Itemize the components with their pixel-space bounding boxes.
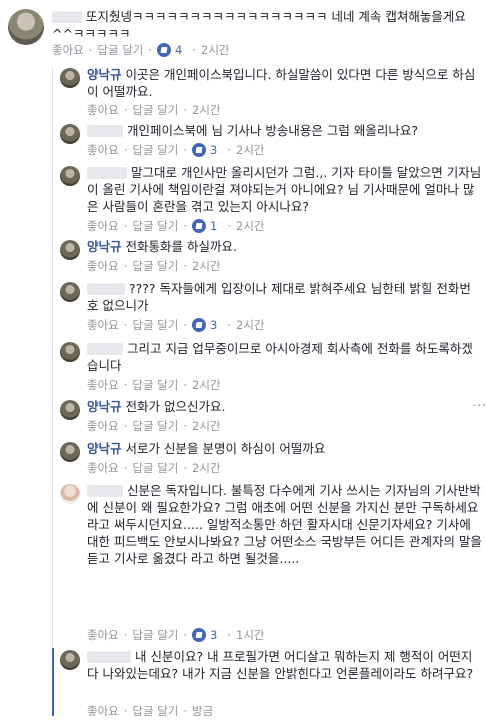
timestamp[interactable]: 2시간	[236, 317, 264, 333]
like-button[interactable]: 좋아요	[87, 102, 119, 118]
reply-button[interactable]: 답글 달기	[132, 703, 178, 719]
redacted-name	[87, 167, 127, 179]
like-button[interactable]: 좋아요	[87, 627, 119, 643]
reply-button[interactable]: 답글 달기	[132, 102, 178, 118]
avatar[interactable]	[60, 484, 80, 504]
like-count[interactable]: 4	[175, 43, 182, 57]
reply-actions: 좋아요 · 답글 달기 · 2시간	[87, 102, 221, 118]
like-icon	[192, 143, 207, 157]
avatar[interactable]	[60, 342, 80, 362]
redacted-name	[52, 11, 82, 23]
avatar[interactable]	[60, 68, 80, 88]
avatar[interactable]	[8, 9, 44, 45]
like-button[interactable]: 좋아요	[87, 317, 119, 333]
reply-actions: 좋아요 · 답글 달기 · 3 · 2시간	[87, 317, 265, 333]
timestamp[interactable]: 2시간	[192, 418, 220, 434]
author-name[interactable]: 양낙규	[87, 239, 122, 254]
reply-button[interactable]: 답글 달기	[132, 142, 178, 158]
reply-text: 말그대로 개인사만 올리시던가 그럼.,. 기자 타이틀 달았으면 기자님이 올…	[87, 165, 482, 214]
like-icon	[192, 219, 207, 233]
reply-actions: 좋아요 · 답글 달기 · 1 · 2시간	[87, 218, 265, 234]
like-count[interactable]: 3	[210, 628, 217, 642]
reply-button[interactable]: 답글 달기	[132, 377, 178, 393]
reply-button[interactable]: 답글 달기	[97, 42, 143, 58]
author-name[interactable]: 양낙규	[87, 67, 122, 82]
timestamp[interactable]: 2시간	[192, 460, 220, 476]
avatar[interactable]	[60, 442, 80, 462]
reply-text: 신분은 독자입니다. 불특정 다수에게 기사 쓰시는 기자님의 기사반박에 신분…	[87, 483, 482, 566]
avatar[interactable]	[60, 400, 80, 420]
reply-text: ???? 독자들에게 입장이나 제대로 밝혀주세요 님한테 밝힐 전화번호 없으…	[87, 281, 471, 313]
reply-button[interactable]: 답글 달기	[132, 460, 178, 476]
timestamp[interactable]: 2시간	[192, 258, 220, 274]
like-count[interactable]: 3	[210, 318, 217, 332]
more-options-icon[interactable]: ···	[472, 400, 486, 413]
comment-actions: 좋아요 · 답글 달기 · 4 · 2시간	[52, 42, 230, 58]
reply-actions: 좋아요 · 답글 달기 · 2시간	[87, 418, 221, 434]
reply-button[interactable]: 답글 달기	[132, 418, 178, 434]
reply-actions: 좋아요 · 답글 달기 · 2시간	[87, 258, 221, 274]
reply-text: 이곳은 개인페이스북입니다. 하실말씀이 있다면 다른 방식으로 하심이 어떨까…	[87, 67, 476, 99]
timestamp[interactable]: 방금	[192, 703, 213, 719]
timestamp[interactable]: 2시간	[236, 218, 264, 234]
like-count[interactable]: 3	[210, 143, 217, 157]
like-button[interactable]: 좋아요	[87, 460, 119, 476]
reply-text: 전화통화를 하실까요.	[125, 239, 237, 254]
reply-actions: 좋아요 · 답글 달기 · 2시간	[87, 460, 221, 476]
like-icon	[157, 43, 172, 57]
reply-button[interactable]: 답글 달기	[132, 218, 178, 234]
reply-button[interactable]: 답글 달기	[132, 627, 178, 643]
like-icon	[192, 318, 207, 332]
reply-item-highlighted: 내 신분이요? 내 프로필가면 어디살고 뭐하는지 제 행적이 어떤지 다 나와…	[52, 648, 486, 718]
like-button[interactable]: 좋아요	[87, 418, 119, 434]
avatar[interactable]	[60, 166, 80, 186]
avatar[interactable]	[60, 650, 80, 670]
reply-text: 개인페이스북에 님 기사나 방송내용은 그럼 왜올리나요?	[126, 123, 418, 138]
reply-actions: 좋아요 · 답글 달기 · 3 · 1시간	[87, 627, 265, 643]
avatar[interactable]	[60, 124, 80, 144]
reply-actions: 좋아요 · 답글 달기 · 3 · 2시간	[87, 142, 265, 158]
top-comment: 또지췄넹ㅋㅋㅋㅋㅋㅋㅋㅋㅋㅋㅋㅋㅋㅋㅋㅋㅋ 네네 계속 캡쳐해놓을게요 ^^ㅋㅋ…	[0, 0, 486, 60]
redacted-name	[87, 125, 123, 137]
reply-actions: 좋아요 · 답글 달기 · 방금	[87, 703, 214, 719]
redacted-name	[87, 283, 125, 295]
like-button[interactable]: 좋아요	[87, 218, 119, 234]
comment-text: 또지췄넹ㅋㅋㅋㅋㅋㅋㅋㅋㅋㅋㅋㅋㅋㅋㅋㅋㅋ 네네 계속 캡쳐해놓을게요 ^^ㅋㅋ…	[52, 9, 466, 41]
reply-button[interactable]: 답글 달기	[132, 258, 178, 274]
timestamp[interactable]: 2시간	[236, 142, 264, 158]
reply-text: 서로가 신분을 분명이 하심이 어떨까요	[125, 441, 326, 456]
reply-text: 그리고 지금 업무중이므로 아시아경제 회사측에 전화를 하도록하겠습니다	[87, 341, 473, 373]
like-button[interactable]: 좋아요	[52, 42, 84, 58]
author-name[interactable]: 양낙규	[87, 399, 122, 414]
timestamp[interactable]: 2시간	[192, 102, 220, 118]
redacted-name	[87, 343, 123, 355]
thread-line	[52, 68, 53, 716]
redacted-name	[87, 651, 131, 663]
like-button[interactable]: 좋아요	[87, 377, 119, 393]
timestamp[interactable]: 2시간	[201, 42, 229, 58]
redacted-name	[87, 485, 123, 497]
like-icon	[192, 628, 207, 642]
like-button[interactable]: 좋아요	[87, 703, 119, 719]
avatar[interactable]	[60, 240, 80, 260]
like-button[interactable]: 좋아요	[87, 142, 119, 158]
like-count[interactable]: 1	[210, 219, 217, 233]
like-button[interactable]: 좋아요	[87, 258, 119, 274]
reply-text: 전화가 없으신가요.	[125, 399, 226, 414]
reply-actions: 좋아요 · 답글 달기 · 2시간	[87, 377, 221, 393]
reply-text: 내 신분이요? 내 프로필가면 어디살고 뭐하는지 제 행적이 어떤지 다 나와…	[87, 649, 474, 681]
timestamp[interactable]: 1시간	[236, 627, 264, 643]
timestamp[interactable]: 2시간	[192, 377, 220, 393]
reply-button[interactable]: 답글 달기	[132, 317, 178, 333]
avatar[interactable]	[60, 282, 80, 302]
reply-thread: 양낙규 이곳은 개인페이스북입니다. 하실말씀이 있다면 다른 방식으로 하심이 …	[52, 60, 486, 722]
author-name[interactable]: 양낙규	[87, 441, 122, 456]
